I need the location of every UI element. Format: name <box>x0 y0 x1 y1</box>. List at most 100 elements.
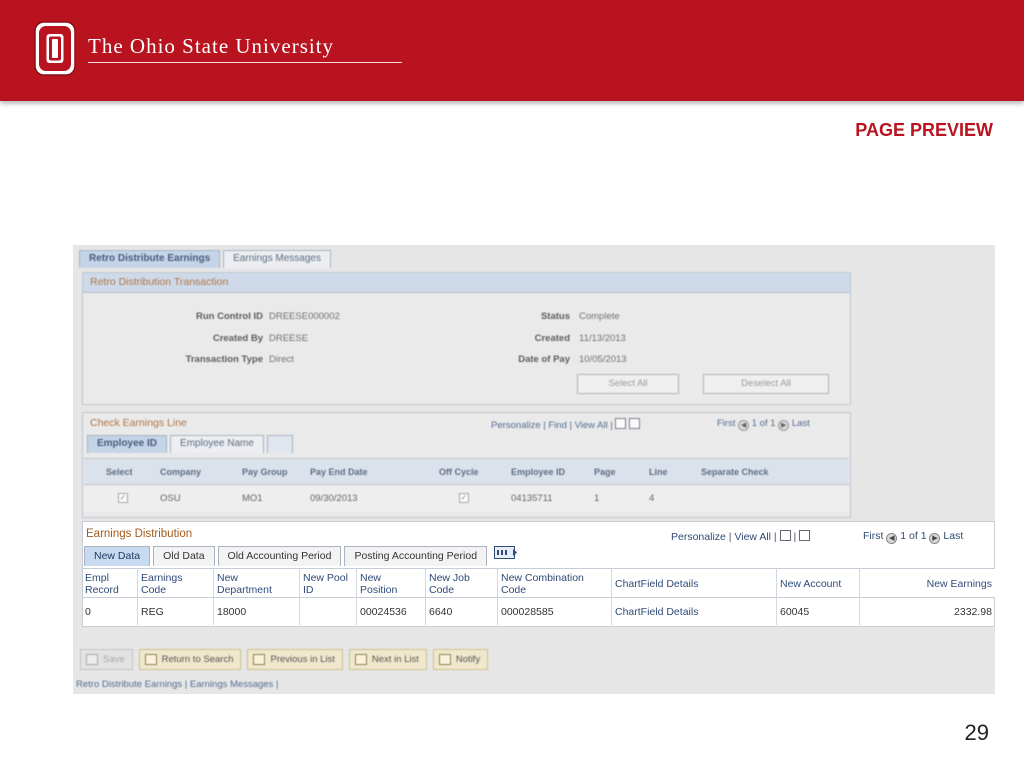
next-in-list-button[interactable]: Next in List <box>348 649 427 670</box>
transaction-type-label: Transaction Type <box>185 354 263 365</box>
next-icon <box>354 654 367 665</box>
section-title: Check Earnings Line <box>90 417 187 429</box>
range-label: 1 of 1 <box>751 418 776 429</box>
header-company: Company <box>160 467 202 477</box>
run-control-label: Run Control ID <box>195 311 263 322</box>
pay-end-date-cell: 09/30/2013 <box>310 493 358 504</box>
grid-pager: First ◀ 1 of 1 ▶ Last <box>717 418 810 431</box>
tab-posting-accounting-period[interactable]: Posting Accounting Period <box>344 546 488 566</box>
notify-icon <box>438 654 451 665</box>
grid-nav: Personalize | Find | View All | <box>491 418 641 431</box>
last-label: Last <box>791 418 810 429</box>
empl-record-cell: 0 <box>85 606 91 618</box>
earnings-tabs: New Data Old Data Old Accounting Period … <box>84 546 525 567</box>
header-select: Select <box>106 467 133 477</box>
return-icon <box>144 654 157 665</box>
company-cell: OSU <box>160 493 181 504</box>
grid-header: Select Company Pay Group Pay End Date Of… <box>84 458 849 485</box>
earnings-distribution-box: Earnings Distribution Personalize | View… <box>82 521 995 627</box>
tab-employee-name[interactable]: Employee Name <box>170 435 264 453</box>
run-control-value: DREESE000002 <box>269 311 340 322</box>
header-pay-end-date: Pay End Date <box>310 467 368 477</box>
deselect-all-button[interactable]: Deselect All <box>703 374 829 394</box>
created-by-label: Created By <box>212 333 263 344</box>
zoom-icon[interactable] <box>779 530 791 541</box>
show-all-columns-icon[interactable] <box>490 546 522 566</box>
date-of-pay-value: 10/05/2013 <box>579 354 627 365</box>
return-to-search-button[interactable]: Return to Search <box>138 649 242 670</box>
employee-id-cell: 04135711 <box>511 493 553 504</box>
table-row: ✓ OSU MO1 09/30/2013 ✓ 04135711 1 4 <box>84 486 849 512</box>
header-separate-check: Separate Check <box>701 467 769 477</box>
table-row: 0 REG 18000 00024536 6640 000028585 Char… <box>83 599 995 624</box>
previous-icon <box>253 654 266 665</box>
created-label: Created <box>534 333 570 344</box>
header-page: Page <box>594 467 616 477</box>
section-title: Retro Distribution Transaction <box>83 273 850 293</box>
tab-employee-id[interactable]: Employee ID <box>87 435 168 453</box>
new-combination-code-cell: 000028585 <box>501 606 554 618</box>
chartfield-details-link[interactable]: ChartField Details <box>615 606 698 618</box>
download-icon[interactable] <box>799 530 811 541</box>
brand-underline <box>88 62 402 63</box>
range-label: 1 of 1 <box>900 530 927 542</box>
header-line: Line <box>649 467 668 477</box>
previous-arrow-icon[interactable]: ◀ <box>738 420 750 431</box>
footer-links[interactable]: Retro Distribute Earnings | Earnings Mes… <box>76 679 278 690</box>
grid-pager: First ◀ 1 of 1 ▶ Last <box>863 530 963 544</box>
new-department-cell: 18000 <box>217 606 247 618</box>
created-by-value: DREESE <box>269 333 309 344</box>
tab-old-data[interactable]: Old Data <box>153 546 215 566</box>
download-icon[interactable] <box>629 418 641 429</box>
slide-number: 29 <box>964 720 989 745</box>
view-all-link[interactable]: View All <box>575 420 608 431</box>
earnings-code-cell: REG <box>141 606 164 618</box>
select-all-button[interactable]: Select All <box>577 374 679 394</box>
tab-new-data[interactable]: New Data <box>84 546 151 566</box>
page-title: PAGE PREVIEW <box>855 120 993 140</box>
new-job-code-cell: 6640 <box>429 606 453 618</box>
new-position-cell: 00024536 <box>360 606 407 618</box>
line-cell: 4 <box>649 493 655 504</box>
save-icon <box>86 654 98 665</box>
tab-earnings-messages[interactable]: Earnings Messages <box>223 250 331 268</box>
date-of-pay-label: Date of Pay <box>518 354 570 365</box>
save-button[interactable]: Save <box>80 649 133 670</box>
tab-old-accounting-period[interactable]: Old Accounting Period <box>217 546 342 566</box>
top-tabs: Retro Distribute Earnings Earnings Messa… <box>79 250 334 269</box>
notify-button[interactable]: Notify <box>432 649 489 670</box>
previous-in-list-button[interactable]: Previous in List <box>247 649 343 670</box>
new-earnings-cell: 2332.98 <box>954 606 992 618</box>
last-label: Last <box>943 530 964 542</box>
show-all-columns-icon[interactable] <box>266 435 293 453</box>
header-banner: The Ohio State University <box>0 0 1024 101</box>
page-preview-screenshot: Retro Distribute Earnings Earnings Messa… <box>73 245 995 694</box>
tab-retro-distribute-earnings[interactable]: Retro Distribute Earnings <box>79 250 221 268</box>
check-earnings-line-box: Check Earnings Line Personalize | Find |… <box>82 412 851 518</box>
personalize-link[interactable]: Personalize <box>671 531 726 543</box>
previous-arrow-icon[interactable]: ◀ <box>886 533 898 544</box>
select-checkbox[interactable]: ✓ <box>118 493 128 503</box>
page-cell: 1 <box>594 493 600 504</box>
view-all-link[interactable]: View All <box>734 531 771 543</box>
first-label: First <box>863 530 884 542</box>
retro-transaction-box: Retro Distribution Transaction Run Contr… <box>82 272 851 405</box>
header-employee-id: Employee ID <box>511 467 566 477</box>
header-off-cycle: Off Cycle <box>439 467 479 477</box>
page-toolbar: Save Return to Search Previous in List N… <box>80 649 494 671</box>
section-title: Earnings Distribution <box>86 528 193 540</box>
created-value: 11/13/2013 <box>579 333 626 344</box>
zoom-icon[interactable] <box>615 418 627 429</box>
status-value: Complete <box>579 311 620 322</box>
find-link[interactable]: Find <box>548 420 566 431</box>
university-name: The Ohio State University <box>88 34 335 58</box>
personalize-link[interactable]: Personalize <box>491 420 541 431</box>
next-arrow-icon[interactable]: ▶ <box>929 533 941 544</box>
grid-nav: Personalize | View All | | <box>671 530 811 543</box>
first-label: First <box>717 418 736 429</box>
pay-group-cell: MO1 <box>242 493 263 504</box>
status-label: Status <box>540 311 570 322</box>
header-pay-group: Pay Group <box>242 467 288 477</box>
next-arrow-icon[interactable]: ▶ <box>778 420 790 431</box>
new-account-cell: 60045 <box>780 606 810 618</box>
